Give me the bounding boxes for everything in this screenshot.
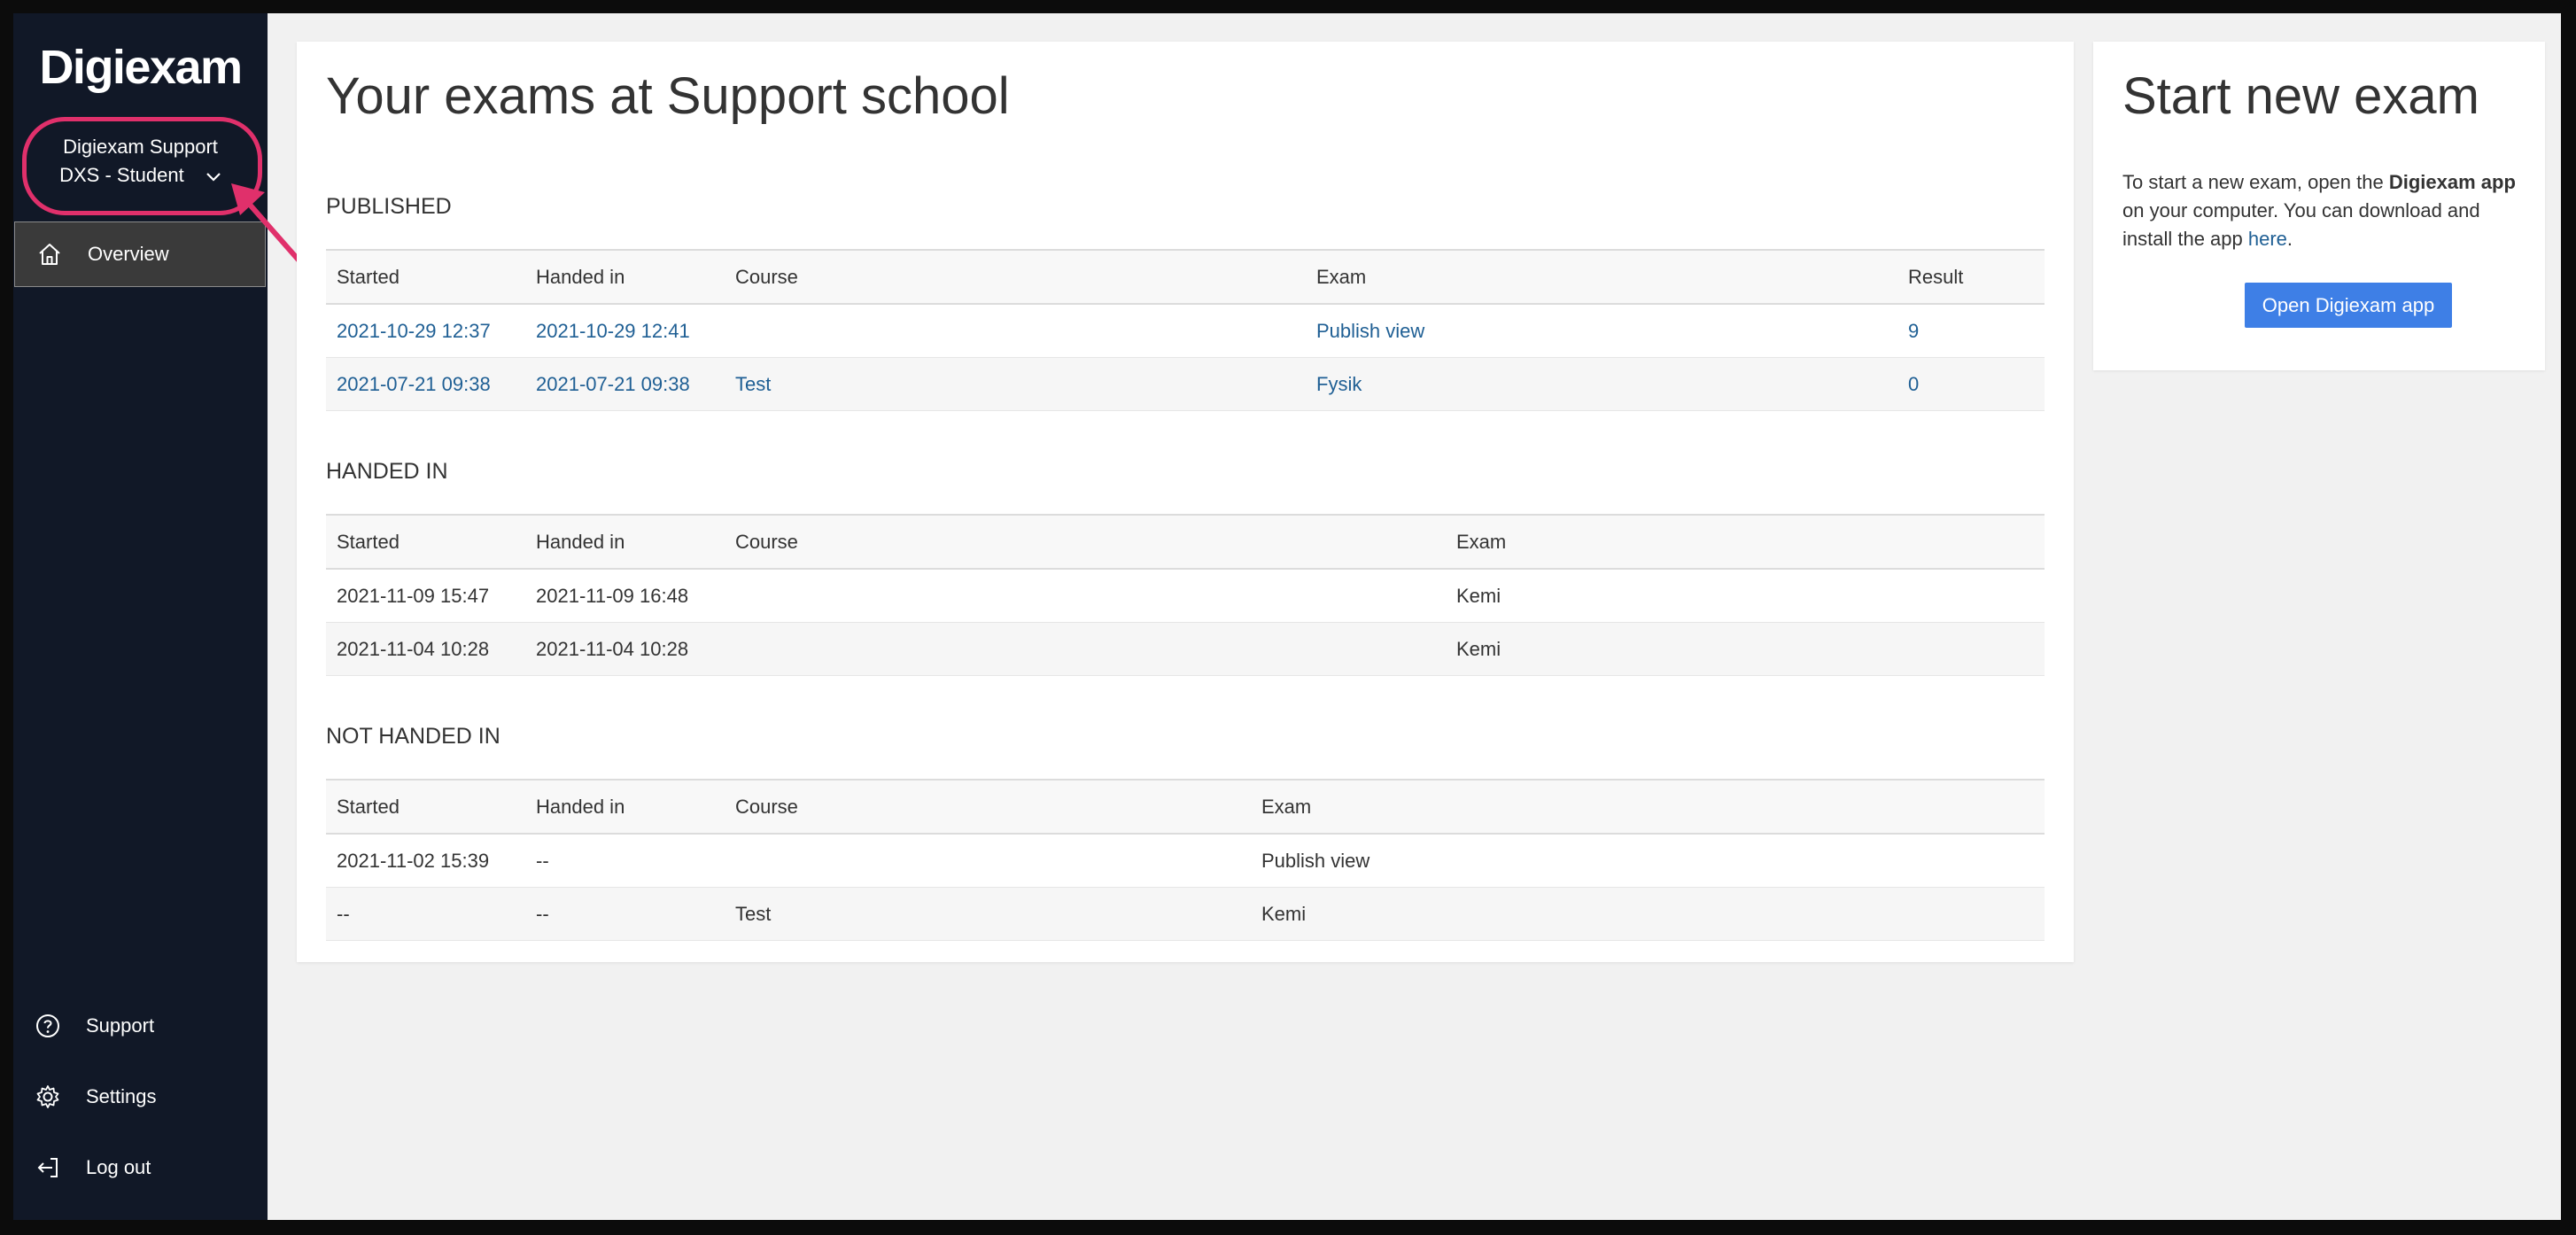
instruction-text: To start a new exam, open the bbox=[2122, 171, 2389, 193]
column-header: Result bbox=[1908, 265, 1964, 288]
column-header: Started bbox=[337, 530, 400, 553]
sidebar-item-label: Log out bbox=[86, 1156, 151, 1178]
handed-in-cell: 2021-11-09 16:48 bbox=[536, 584, 689, 607]
sidebar-item-label: Settings bbox=[86, 1085, 157, 1107]
exam-cell: Publish view bbox=[1261, 849, 1370, 872]
exam-cell: Kemi bbox=[1456, 637, 1501, 660]
handed-in-table: Started Handed in Course Exam 2021-11-09… bbox=[326, 514, 2045, 676]
column-header: Handed in bbox=[536, 265, 625, 288]
course-cell bbox=[725, 834, 1251, 888]
course-cell bbox=[725, 623, 1446, 676]
column-header: Started bbox=[337, 265, 400, 288]
column-header: Started bbox=[337, 795, 400, 818]
open-digiexam-app-button[interactable]: Open Digiexam app bbox=[2245, 283, 2452, 328]
column-header: Handed in bbox=[536, 795, 625, 818]
instruction-text: . bbox=[2286, 228, 2293, 250]
table-row: 2021-11-09 15:47 2021-11-09 16:48 Kemi bbox=[326, 569, 2045, 623]
handed-in-cell: -- bbox=[536, 902, 549, 925]
table-row: 2021-11-04 10:28 2021-11-04 10:28 Kemi bbox=[326, 622, 2045, 676]
handed-in-cell: -- bbox=[536, 849, 549, 872]
started-cell: 2021-11-02 15:39 bbox=[337, 849, 490, 872]
home-icon bbox=[36, 241, 63, 268]
started-cell: 2021-11-04 10:28 bbox=[337, 637, 490, 660]
page-title: Your exams at Support school bbox=[326, 67, 1010, 125]
sidebar-item-logout[interactable]: Log out bbox=[13, 1141, 268, 1194]
sidebar-item-label: Overview bbox=[88, 243, 169, 265]
not-handed-in-heading: NOT HANDED IN bbox=[326, 724, 500, 749]
started-link[interactable]: 2021-10-29 12:37 bbox=[326, 304, 525, 358]
sidebar-item-settings[interactable]: Settings bbox=[13, 1070, 268, 1123]
course-link[interactable]: Test bbox=[725, 358, 1306, 411]
table-row: -- -- Test Kemi bbox=[326, 887, 2045, 941]
org-role: DXS - Student bbox=[59, 164, 184, 186]
table-row: 2021-10-29 12:37 2021-10-29 12:41 Publis… bbox=[326, 304, 2045, 358]
course-link[interactable] bbox=[725, 304, 1306, 358]
column-header: Course bbox=[735, 795, 798, 818]
column-header: Exam bbox=[1316, 265, 1367, 288]
handed-in-link[interactable]: 2021-10-29 12:41 bbox=[525, 304, 725, 358]
handed-in-heading: HANDED IN bbox=[326, 459, 448, 484]
sidebar-item-support[interactable]: Support bbox=[13, 999, 268, 1052]
exam-link[interactable]: Fysik bbox=[1306, 358, 1897, 411]
start-new-exam-card: Start new exam To start a new exam, open… bbox=[2093, 42, 2545, 370]
organization-selector[interactable]: Digiexam Support DXS - Student bbox=[22, 117, 259, 210]
table-row: 2021-07-21 09:38 2021-07-21 09:38 Test F… bbox=[326, 357, 2045, 411]
column-header: Course bbox=[735, 530, 798, 553]
started-link[interactable]: 2021-07-21 09:38 bbox=[326, 358, 525, 411]
course-cell bbox=[725, 569, 1446, 623]
org-name: Digiexam Support bbox=[63, 136, 218, 158]
exams-card: Your exams at Support school PUBLISHED S… bbox=[297, 42, 2074, 962]
chevron-down-icon bbox=[206, 162, 221, 190]
result-link[interactable]: 9 bbox=[1897, 304, 2045, 358]
column-header: Exam bbox=[1261, 795, 1312, 818]
sidebar-item-label: Support bbox=[86, 1014, 155, 1037]
table-header-row: Started Handed in Course Exam bbox=[326, 780, 2045, 834]
handed-in-link[interactable]: 2021-07-21 09:38 bbox=[525, 358, 725, 411]
app-name-bold: Digiexam app bbox=[2388, 171, 2516, 193]
not-handed-in-table: Started Handed in Course Exam 2021-11-02… bbox=[326, 779, 2045, 941]
column-header: Course bbox=[735, 265, 798, 288]
gear-icon bbox=[35, 1084, 61, 1110]
app-window: Digiexam Digiexam Support DXS - Student … bbox=[13, 13, 2561, 1220]
published-heading: PUBLISHED bbox=[326, 194, 452, 219]
result-link[interactable]: 0 bbox=[1897, 358, 2045, 411]
column-header: Handed in bbox=[536, 530, 625, 553]
started-cell: -- bbox=[337, 902, 350, 925]
exam-cell: Kemi bbox=[1456, 584, 1501, 607]
start-exam-title: Start new exam bbox=[2122, 67, 2479, 125]
download-link[interactable]: here bbox=[2248, 228, 2287, 250]
start-exam-instructions: To start a new exam, open the Digiexam a… bbox=[2122, 168, 2526, 253]
exam-link[interactable]: Publish view bbox=[1306, 304, 1897, 358]
column-header: Exam bbox=[1456, 530, 1507, 553]
table-header-row: Started Handed in Course Exam Result bbox=[326, 250, 2045, 304]
course-cell: Test bbox=[735, 902, 772, 925]
published-table: Started Handed in Course Exam Result 202… bbox=[326, 249, 2045, 411]
table-row: 2021-11-02 15:39 -- Publish view bbox=[326, 834, 2045, 888]
exam-cell: Kemi bbox=[1261, 902, 1307, 925]
handed-in-cell: 2021-11-04 10:28 bbox=[536, 637, 689, 660]
logo: Digiexam bbox=[39, 41, 243, 94]
instruction-text: on your computer. You can download and i… bbox=[2122, 199, 2480, 250]
help-circle-icon bbox=[35, 1013, 61, 1039]
table-header-row: Started Handed in Course Exam bbox=[326, 515, 2045, 569]
logout-icon bbox=[35, 1154, 61, 1181]
started-cell: 2021-11-09 15:47 bbox=[337, 584, 490, 607]
